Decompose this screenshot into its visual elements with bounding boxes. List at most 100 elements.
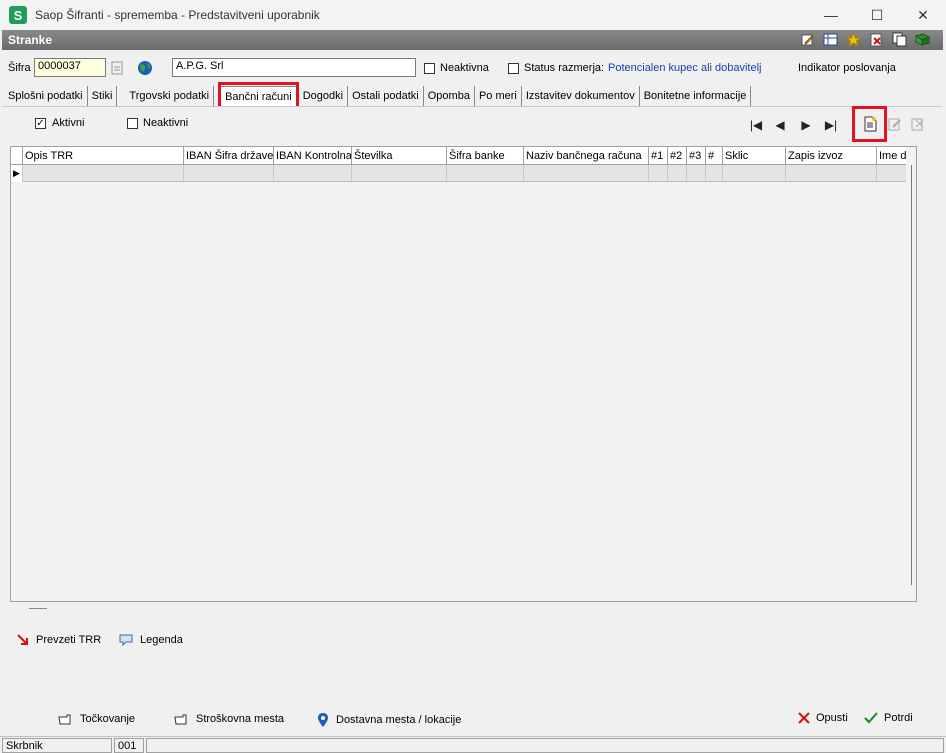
table-cell[interactable] <box>786 165 877 182</box>
table-cell[interactable] <box>877 165 906 182</box>
speech-bubble-icon <box>119 634 133 647</box>
star-icon[interactable] <box>845 31 862 48</box>
new-record-highlight <box>852 106 887 142</box>
tab-izstavitev-dokumentov[interactable]: Izstavitev dokumentov <box>522 86 640 106</box>
minimize-button[interactable]: — <box>808 0 854 30</box>
status-value[interactable]: Potencialen kupec ali dobavitelj <box>608 62 762 74</box>
prevzeti-trr-label: Prevzeti TRR <box>36 634 102 646</box>
table-cell[interactable] <box>706 165 723 182</box>
tockovanje-label: Točkovanje <box>80 713 136 725</box>
stroskovna-mesta-label: Stroškovna mesta <box>196 713 285 725</box>
prev-record-button[interactable]: ◀ <box>769 116 791 134</box>
column-header[interactable]: Šifra banke <box>447 147 524 165</box>
hand-pointer-icon <box>174 714 187 725</box>
section-header: Stranke <box>2 30 943 50</box>
section-title: Stranke <box>8 33 53 47</box>
table-cell[interactable] <box>649 165 668 182</box>
arrow-down-right-icon <box>17 634 28 645</box>
column-header[interactable]: Sklic <box>723 147 786 165</box>
grid-horizontal-scrollbar[interactable] <box>29 608 47 609</box>
first-record-button[interactable]: |◀ <box>745 116 767 134</box>
row-indicator: ▶ <box>11 165 23 182</box>
indikator-label: Indikator poslovanja <box>798 62 896 74</box>
edit-record-icon[interactable] <box>887 116 903 132</box>
table-cell[interactable] <box>668 165 687 182</box>
table-cell[interactable] <box>184 165 274 182</box>
tockovanje-button[interactable]: Točkovanje <box>58 712 135 726</box>
dostavna-mesta-label: Dostavna mesta / lokacije <box>336 714 462 726</box>
bank-accounts-grid[interactable]: Opis TRR IBAN Šifra države IBAN Kontroln… <box>10 146 917 609</box>
maximize-button[interactable]: ☐ <box>854 0 900 30</box>
column-header[interactable]: IBAN Šifra države <box>184 147 274 165</box>
table-row[interactable]: ▶ <box>11 165 906 182</box>
delete-icon[interactable] <box>868 31 885 48</box>
column-header[interactable]: Naziv bančnega računa <box>524 147 649 165</box>
table-cell[interactable] <box>274 165 352 182</box>
hand-pointer-icon <box>58 714 71 725</box>
close-button[interactable]: ✕ <box>900 0 946 30</box>
tab-ostali-podatki[interactable]: Ostali podatki <box>348 86 424 106</box>
cancel-x-icon <box>798 712 810 724</box>
tab-splosni-podatki[interactable]: Splošni podatki <box>4 86 88 106</box>
table-cell[interactable] <box>687 165 706 182</box>
tab-dogodki[interactable]: Dogodki <box>299 86 349 106</box>
column-header[interactable]: #2 <box>668 147 687 165</box>
tab-po-meri[interactable]: Po meri <box>475 86 522 106</box>
potrdi-label: Potrdi <box>884 712 913 724</box>
tab-bonitetne-informacije[interactable]: Bonitetne informacije <box>640 86 752 106</box>
opusti-label: Opusti <box>816 712 848 724</box>
potrdi-button[interactable]: Potrdi <box>864 712 913 724</box>
tab-trgovski-podatki[interactable]: Trgovski podatki <box>125 86 215 106</box>
status-checkbox[interactable] <box>508 63 519 74</box>
status-bar: Skrbnik 001 <box>0 736 946 753</box>
tab-stiki[interactable]: Stiki <box>88 86 118 106</box>
name-input[interactable]: A.P.G. Srl <box>172 58 416 77</box>
table-cell[interactable] <box>352 165 447 182</box>
column-header[interactable]: #3 <box>687 147 706 165</box>
aktivni-checkbox[interactable]: ✓ <box>35 118 46 129</box>
sifra-input[interactable]: 0000037 <box>34 58 106 77</box>
column-header[interactable]: #1 <box>649 147 668 165</box>
delete-record-icon[interactable] <box>910 116 926 132</box>
neaktivna-label: Neaktivna <box>440 62 489 74</box>
table-cell[interactable] <box>524 165 649 182</box>
column-header[interactable]: Številka <box>352 147 447 165</box>
status-user: Skrbnik <box>2 738 112 753</box>
last-record-button[interactable]: ▶| <box>820 116 842 134</box>
tab-opomba[interactable]: Opomba <box>424 86 475 106</box>
column-header[interactable]: # <box>706 147 723 165</box>
prevzeti-trr-button[interactable]: Prevzeti TRR <box>16 633 101 647</box>
edit-icon[interactable] <box>799 31 816 48</box>
column-header[interactable]: IBAN Kontrolna <box>274 147 352 165</box>
legenda-button[interactable]: Legenda <box>118 633 183 647</box>
status-label: Status razmerja: <box>524 62 605 74</box>
opusti-button[interactable]: Opusti <box>798 712 848 724</box>
stroskovna-mesta-button[interactable]: Stroškovna mesta <box>174 712 284 726</box>
column-header[interactable]: Ime d <box>877 147 906 165</box>
table-cell[interactable] <box>447 165 524 182</box>
next-record-button[interactable]: ▶ <box>795 116 817 134</box>
column-header[interactable]: Zapis izvoz <box>786 147 877 165</box>
copy-icon[interactable] <box>891 31 908 48</box>
book-icon[interactable] <box>914 31 931 48</box>
column-header[interactable]: Opis TRR <box>23 147 184 165</box>
neaktivni-label: Neaktivni <box>143 117 189 129</box>
grid-vertical-scrollbar[interactable] <box>911 165 917 585</box>
grid-indicator-header <box>11 147 23 165</box>
neaktivni-checkbox[interactable] <box>127 118 138 129</box>
dostavna-mesta-button[interactable]: Dostavna mesta / lokacije <box>316 712 461 728</box>
window-titlebar: S Saop Šifranti - sprememba - Predstavit… <box>0 0 946 30</box>
legenda-label: Legenda <box>140 634 183 646</box>
refresh-icon[interactable] <box>110 60 124 76</box>
aktivni-label: Aktivni <box>52 117 85 129</box>
table-cell[interactable] <box>23 165 184 182</box>
neaktivna-checkbox[interactable] <box>424 63 435 74</box>
location-pin-icon <box>318 713 328 727</box>
grid-header: Opis TRR IBAN Šifra države IBAN Kontroln… <box>11 147 906 165</box>
globe-icon[interactable] <box>137 60 153 76</box>
checkmark-icon <box>864 712 878 724</box>
table-cell[interactable] <box>723 165 786 182</box>
status-code: 001 <box>114 738 144 753</box>
window-title: Saop Šifranti - sprememba - Predstavitve… <box>35 8 320 22</box>
table-icon[interactable] <box>822 31 839 48</box>
